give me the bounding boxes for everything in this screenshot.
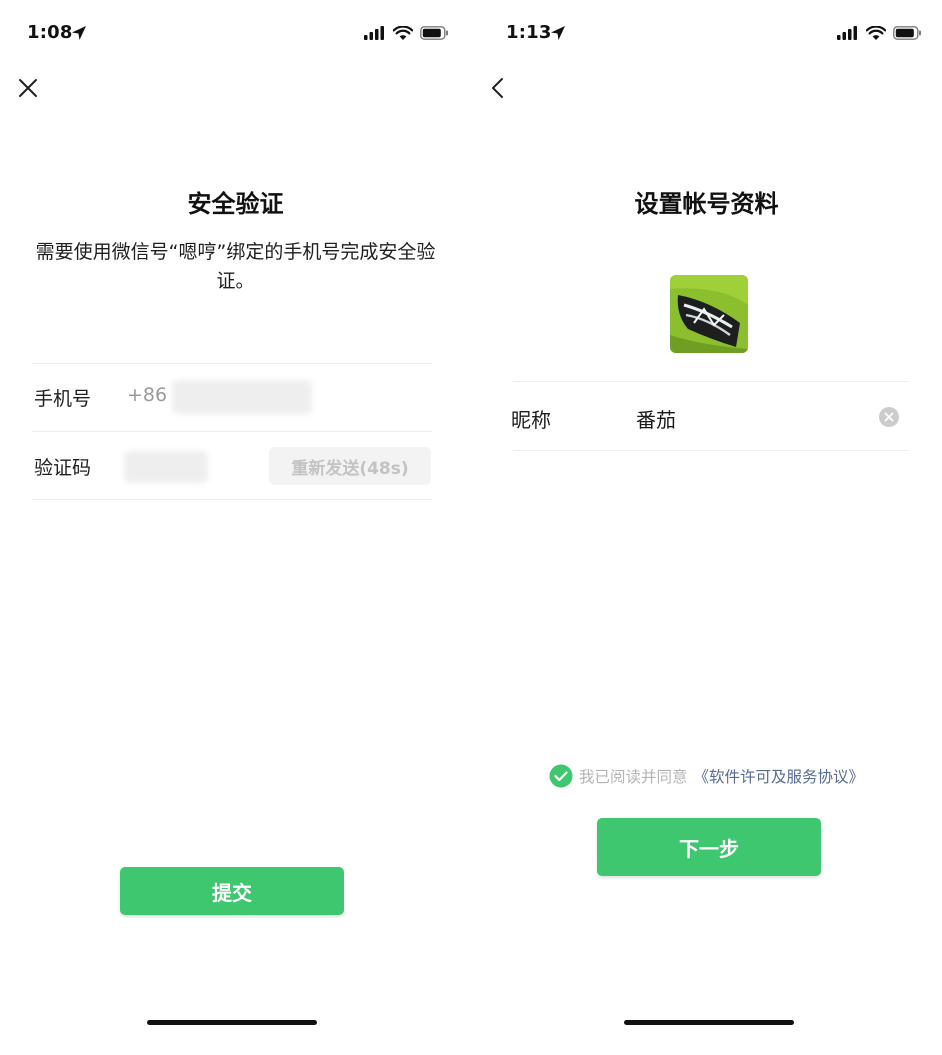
divider	[513, 381, 909, 382]
battery-icon	[893, 26, 921, 40]
agreement-row: 我已阅读并同意 《软件许可及服务协议》	[471, 762, 942, 790]
phone-prefix: +86	[127, 384, 168, 406]
submit-button[interactable]: 提交	[120, 867, 344, 915]
nickname-label: 昵称	[511, 408, 551, 432]
status-time: 1:13	[506, 22, 552, 43]
checkmark-circle-icon[interactable]	[549, 764, 573, 788]
cellular-signal-icon	[364, 26, 384, 40]
resend-code-button[interactable]: 重新发送(48s)	[269, 447, 431, 485]
divider	[32, 363, 432, 364]
divider	[32, 499, 432, 500]
phone-label: 手机号	[34, 388, 92, 410]
account-profile-screen: 1:13 设置帐号资料 昵称 番茄 我已阅读并同意 《软件许可及服务协议》 下一…	[471, 0, 942, 1055]
home-indicator[interactable]	[147, 1020, 317, 1025]
status-icons	[837, 25, 922, 41]
cellular-signal-icon	[837, 26, 857, 40]
license-agreement-link[interactable]: 《软件许可及服务协议》	[694, 765, 865, 787]
verification-code-input[interactable]	[124, 451, 208, 483]
agreement-text: 我已阅读并同意	[578, 768, 688, 786]
status-bar: 1:08	[0, 0, 471, 68]
clear-input-icon[interactable]	[878, 406, 900, 428]
page-title: 安全验证	[187, 190, 284, 218]
divider	[513, 450, 909, 451]
code-label: 验证码	[34, 457, 92, 479]
phone-number-value	[172, 380, 312, 414]
car-headlight-avatar-icon	[670, 275, 748, 353]
page-title: 设置帐号资料	[634, 190, 779, 218]
status-bar: 1:13	[471, 0, 942, 68]
wifi-icon	[393, 25, 413, 40]
wifi-icon	[866, 25, 886, 40]
nickname-input[interactable]: 番茄	[636, 404, 676, 433]
home-indicator[interactable]	[624, 1020, 794, 1025]
battery-icon	[420, 26, 448, 40]
back-chevron-icon[interactable]	[485, 74, 513, 102]
avatar[interactable]	[670, 275, 748, 353]
security-verification-screen: 1:08 安全验证 需要使用微信号“嗯哼”绑定的手机号完成安全验证。 手机号 +…	[0, 0, 471, 1055]
next-step-button[interactable]: 下一步	[597, 818, 821, 876]
status-icons	[364, 25, 449, 41]
divider	[32, 431, 432, 432]
location-arrow-icon	[551, 26, 565, 40]
verification-description: 需要使用微信号“嗯哼”绑定的手机号完成安全验证。	[35, 241, 436, 292]
location-arrow-icon	[72, 26, 86, 40]
close-icon[interactable]	[14, 74, 42, 102]
status-time: 1:08	[27, 22, 73, 43]
